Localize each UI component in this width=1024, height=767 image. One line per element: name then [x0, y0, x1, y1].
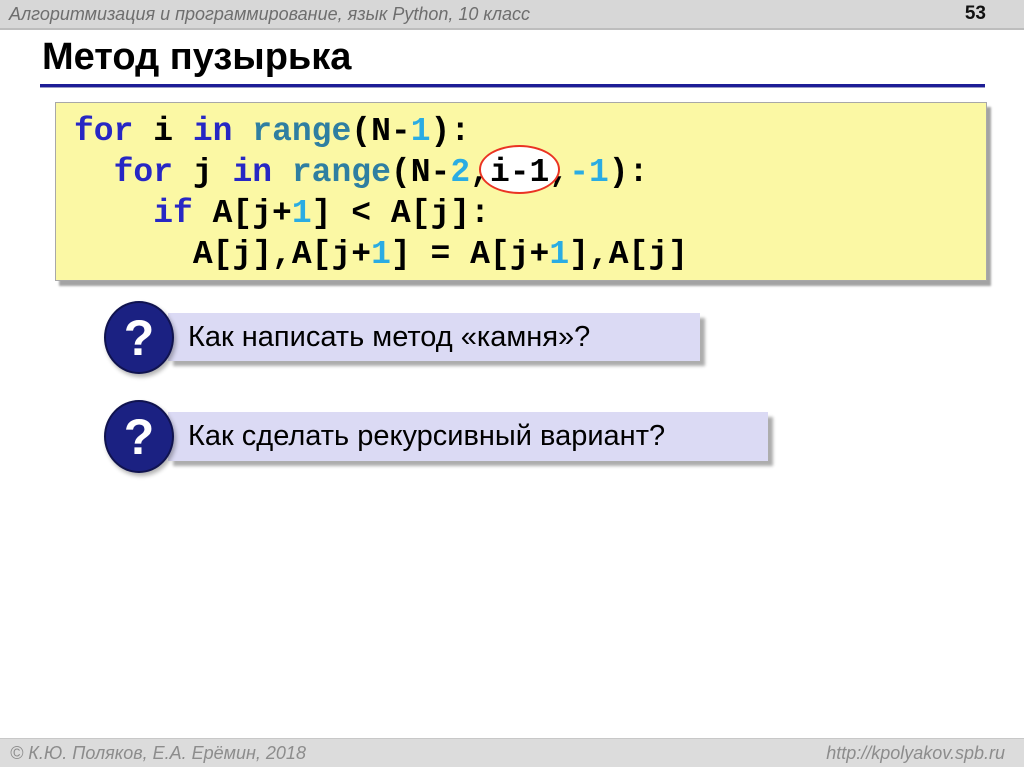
- code-panel: for i in range(N-1): for j in range(N-2,…: [55, 102, 987, 281]
- code-token: ] < A[j]:: [312, 195, 490, 232]
- code-token: [74, 195, 153, 232]
- code-token: [232, 113, 252, 150]
- question-mark-glyph: ?: [124, 309, 155, 367]
- title-underline: [40, 84, 985, 88]
- copyright-text: © К.Ю. Поляков, Е.А. Ерёмин, 2018: [10, 743, 306, 764]
- code-token: (N-: [391, 154, 450, 191]
- code-token: 1: [371, 236, 391, 273]
- slide-title: Метод пузырька: [42, 36, 351, 79]
- code-token: -1: [569, 154, 609, 191]
- code-token: if: [153, 195, 193, 232]
- question-text: Как написать метод «камня»?: [188, 321, 590, 354]
- code-line: if A[j+1] < A[j]:: [74, 193, 986, 234]
- code-token: in: [193, 113, 233, 150]
- code-token: range: [292, 154, 391, 191]
- code-line: A[j],A[j+1] = A[j+1],A[j]: [74, 234, 986, 275]
- header-bar: Алгоритмизация и программирование, язык …: [0, 0, 1024, 30]
- code-token: [74, 154, 114, 191]
- code-token: for: [114, 154, 173, 191]
- code-token: for: [74, 113, 133, 150]
- code-token: i: [133, 113, 192, 150]
- code-token: 1: [549, 236, 569, 273]
- code-token: ],A[j]: [569, 236, 688, 273]
- question-icon: ?: [104, 301, 174, 374]
- code-token: in: [232, 154, 272, 191]
- code-token: ):: [609, 154, 649, 191]
- code-token: range: [252, 113, 351, 150]
- course-title: Алгоритмизация и программирование, язык …: [9, 4, 530, 25]
- page-number: 53: [965, 3, 986, 25]
- question-mark-glyph: ?: [124, 408, 155, 466]
- code-token: A[j],A[j+: [74, 236, 371, 273]
- footer-bar: © К.Ю. Поляков, Е.А. Ерёмин, 2018 http:/…: [0, 738, 1024, 767]
- presentation-slide: Алгоритмизация и программирование, язык …: [0, 0, 1024, 767]
- footer-url: http://kpolyakov.spb.ru: [826, 743, 1005, 764]
- code-token: ):: [431, 113, 471, 150]
- code-token: (N-: [351, 113, 410, 150]
- code-token: ] = A[j+: [391, 236, 549, 273]
- code-token: j: [173, 154, 232, 191]
- question-bubble: Как сделать рекурсивный вариант?: [168, 412, 768, 461]
- code-line: for j in range(N-2,i-1,-1):: [74, 152, 986, 193]
- question-text: Как сделать рекурсивный вариант?: [188, 420, 665, 453]
- code-token: A[j+: [193, 195, 292, 232]
- question-icon: ?: [104, 400, 174, 473]
- code-token: 1: [411, 113, 431, 150]
- question-bubble: Как написать метод «камня»?: [168, 313, 700, 361]
- code-block: for i in range(N-1): for j in range(N-2,…: [74, 111, 986, 275]
- code-token: 1: [292, 195, 312, 232]
- code-token: 2: [450, 154, 470, 191]
- red-circle-annotation: i-1: [490, 152, 549, 193]
- code-token: [272, 154, 292, 191]
